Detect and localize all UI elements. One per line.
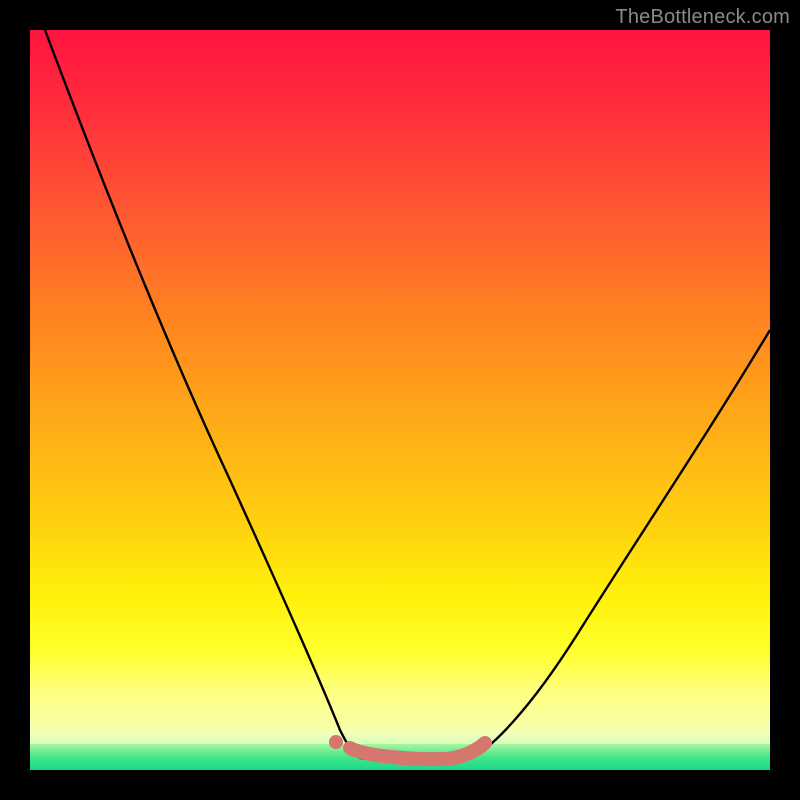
watermark-text: TheBottleneck.com xyxy=(615,6,790,29)
highlight-dot xyxy=(329,735,343,749)
highlight-band xyxy=(350,743,485,759)
chart-frame: TheBottleneck.com xyxy=(0,0,800,800)
plot-area xyxy=(30,30,770,770)
curves-svg xyxy=(30,30,770,770)
right-curve xyxy=(470,330,770,758)
left-curve xyxy=(45,30,360,758)
